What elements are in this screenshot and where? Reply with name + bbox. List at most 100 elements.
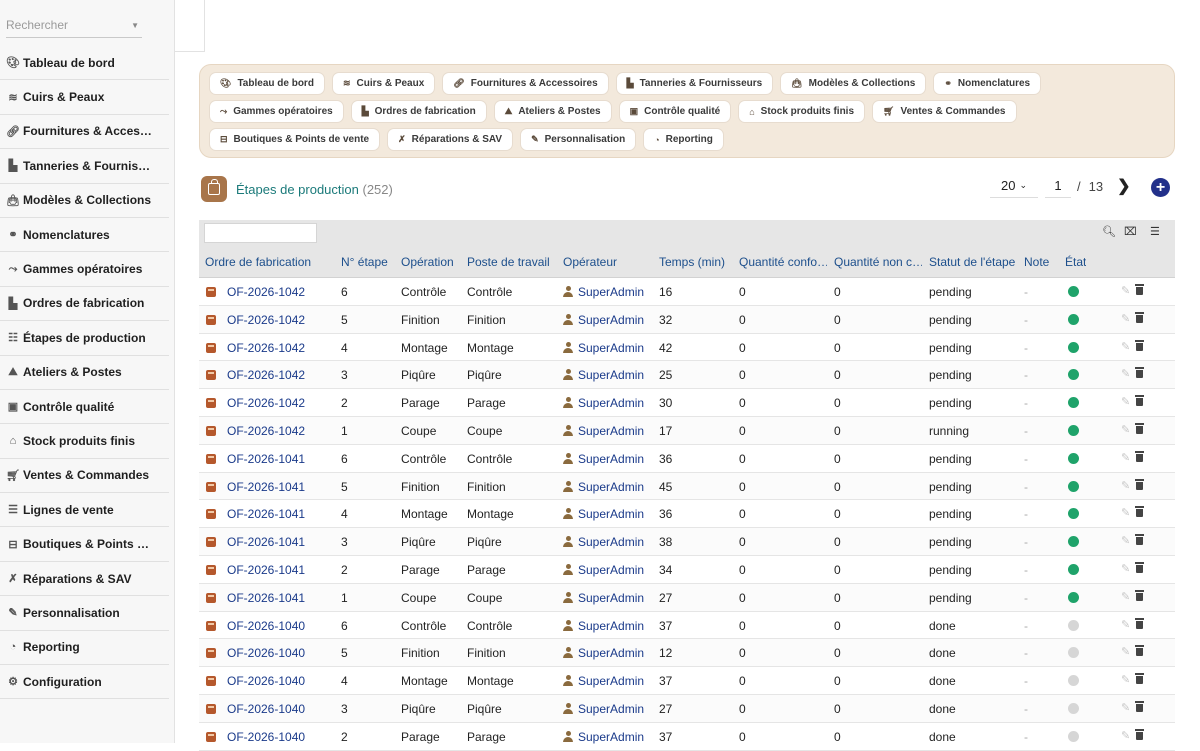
cell-operator[interactable]: SuperAdmin <box>563 341 644 355</box>
search-box[interactable]: ▼ <box>6 14 142 38</box>
sidebar-item[interactable]: 🎨︎ Tableau de bord <box>0 46 169 81</box>
table-row[interactable]: OF-2026-1041 4 Montage Montage SuperAdmin 36 0… <box>199 500 1175 529</box>
column-header[interactable]: Opération <box>401 255 454 269</box>
trash-icon[interactable] <box>1135 589 1144 601</box>
edit-icon[interactable]: ✎ <box>1121 479 1130 492</box>
trash-icon[interactable] <box>1135 673 1144 685</box>
sidebar-item[interactable]: ◔ Reporting <box>0 631 169 666</box>
cell-operator[interactable]: SuperAdmin <box>563 424 644 438</box>
cell-operator[interactable]: SuperAdmin <box>563 646 644 660</box>
sidebar-item[interactable]: ⤳ Gammes opératoires <box>0 252 169 287</box>
edit-icon[interactable]: ✎ <box>1121 618 1130 631</box>
module-button[interactable]: ⌂ Stock produits finis <box>738 100 866 123</box>
cell-of[interactable]: OF-2026-1040 <box>227 702 305 716</box>
column-header[interactable]: Temps (min) <box>659 255 725 269</box>
edit-icon[interactable]: ✎ <box>1121 423 1130 436</box>
module-button[interactable]: ✗ Réparations & SAV <box>387 128 514 151</box>
sidebar-item[interactable]: ▣ Contrôle qualité <box>0 390 169 425</box>
trash-icon[interactable] <box>1135 645 1144 657</box>
cell-of[interactable]: OF-2026-1040 <box>227 619 305 633</box>
edit-icon[interactable]: ✎ <box>1121 284 1130 297</box>
cell-operator[interactable]: SuperAdmin <box>563 674 644 688</box>
trash-icon[interactable] <box>1135 506 1144 518</box>
edit-icon[interactable]: ✎ <box>1121 562 1130 575</box>
next-page-icon[interactable]: ❯ <box>1117 176 1130 196</box>
search-icon[interactable]: 🔍︎ <box>1102 225 1116 238</box>
cell-operator[interactable]: SuperAdmin <box>563 535 644 549</box>
module-button[interactable]: ≋ Cuirs & Peaux <box>331 72 436 95</box>
module-button[interactable]: 🔗︎ Fournitures & Accessoires <box>442 72 609 95</box>
module-button[interactable]: 🛒︎ Ventes & Commandes <box>872 100 1017 123</box>
edit-icon[interactable]: ✎ <box>1121 367 1130 380</box>
column-header[interactable]: Ordre de fabrication <box>205 255 311 269</box>
sidebar-item[interactable]: ⚭ Nomenclatures <box>0 218 169 253</box>
table-row[interactable]: OF-2026-1040 5 Finition Finition SuperAdmin 1… <box>199 639 1175 668</box>
column-header[interactable]: Quantité confo… <box>739 255 827 269</box>
cell-operator[interactable]: SuperAdmin <box>563 396 644 410</box>
module-button[interactable]: ◔ Reporting <box>643 128 724 151</box>
edit-icon[interactable]: ✎ <box>1121 340 1130 353</box>
cell-operator[interactable]: SuperAdmin <box>563 702 644 716</box>
cell-of[interactable]: OF-2026-1041 <box>227 480 305 494</box>
sidebar-item[interactable]: ⛰ Ateliers & Postes <box>0 356 169 390</box>
column-header[interactable]: Note <box>1024 255 1049 269</box>
trash-icon[interactable] <box>1135 339 1144 351</box>
edit-icon[interactable]: ✎ <box>1121 312 1130 325</box>
table-row[interactable]: OF-2026-1042 5 Finition Finition SuperAdmin 3… <box>199 305 1175 334</box>
sidebar-item[interactable]: ☰ Lignes de vente <box>0 493 169 528</box>
cell-of[interactable]: OF-2026-1040 <box>227 646 305 660</box>
page-number-input[interactable]: 1 <box>1045 174 1071 198</box>
module-button[interactable]: 🎨︎ Tableau de bord <box>209 72 325 95</box>
module-button[interactable]: ▙ Ordres de fabrication <box>350 100 487 123</box>
edit-icon[interactable]: ✎ <box>1121 701 1130 714</box>
cell-of[interactable]: OF-2026-1041 <box>227 591 305 605</box>
trash-icon[interactable] <box>1135 478 1144 490</box>
cell-of[interactable]: OF-2026-1042 <box>227 424 305 438</box>
table-row[interactable]: OF-2026-1040 3 Piqûre Piqûre SuperAdmin 27 0 0 d… <box>199 694 1175 723</box>
trash-icon[interactable] <box>1135 561 1144 573</box>
cell-operator[interactable]: SuperAdmin <box>563 313 644 327</box>
table-row[interactable]: OF-2026-1040 4 Montage Montage SuperAdmin 37 0… <box>199 667 1175 695</box>
table-row[interactable]: OF-2026-1042 4 Montage Montage SuperAdmin 42 0… <box>199 334 1175 362</box>
sidebar-item[interactable]: ✎ Personnalisation <box>0 596 169 631</box>
cell-operator[interactable]: SuperAdmin <box>563 452 644 466</box>
cell-operator[interactable]: SuperAdmin <box>563 563 644 577</box>
list-view-icon[interactable]: ☰ <box>1150 225 1160 238</box>
sidebar-item[interactable]: ▙ Tanneries & Fournis… <box>0 149 169 184</box>
cell-operator[interactable]: SuperAdmin <box>563 507 644 521</box>
table-filter-input[interactable] <box>204 223 317 243</box>
edit-icon[interactable]: ✎ <box>1121 534 1130 547</box>
trash-icon[interactable] <box>1135 450 1144 462</box>
trash-icon[interactable] <box>1135 395 1144 407</box>
module-button[interactable]: 👜︎ Modèles & Collections <box>780 72 927 95</box>
trash-icon[interactable] <box>1135 284 1144 295</box>
cell-of[interactable]: OF-2026-1041 <box>227 507 305 521</box>
column-header[interactable]: Opérateur <box>563 255 617 269</box>
cell-of[interactable]: OF-2026-1042 <box>227 341 305 355</box>
table-row[interactable]: OF-2026-1042 1 Coupe Coupe SuperAdmin 17 0 0 run… <box>199 416 1175 445</box>
sidebar-item[interactable]: ⚙ Configuration <box>0 665 169 700</box>
trash-icon[interactable] <box>1135 311 1144 323</box>
sidebar-item[interactable]: ▙ Ordres de fabrication <box>0 287 169 322</box>
cell-of[interactable]: OF-2026-1042 <box>227 396 305 410</box>
module-button[interactable]: ⊟ Boutiques & Points de vente <box>209 128 381 151</box>
edit-icon[interactable]: ✎ <box>1121 395 1130 408</box>
sidebar-item[interactable]: ⌂ Stock produits finis <box>0 424 169 459</box>
column-header[interactable]: Quantité non c… <box>834 255 922 269</box>
module-button[interactable]: ⛰ Ateliers & Postes <box>493 100 612 123</box>
module-button[interactable]: ✎ Personnalisation <box>520 128 637 151</box>
column-header[interactable]: Poste de travail <box>467 255 550 269</box>
edit-icon[interactable]: ✎ <box>1121 673 1130 686</box>
cell-of[interactable]: OF-2026-1040 <box>227 730 305 744</box>
cell-operator[interactable]: SuperAdmin <box>563 730 644 744</box>
table-row[interactable]: OF-2026-1041 6 Contrôle Contrôle SuperAdmin 3… <box>199 445 1175 473</box>
table-row[interactable]: OF-2026-1042 6 Contrôle Contrôle SuperAdmin 1… <box>199 278 1175 306</box>
column-header[interactable]: État <box>1065 255 1086 269</box>
table-row[interactable]: OF-2026-1041 3 Piqûre Piqûre SuperAdmin 38 0 0 p… <box>199 528 1175 556</box>
search-input[interactable] <box>6 14 124 36</box>
edit-icon[interactable]: ✎ <box>1121 645 1130 658</box>
trash-icon[interactable] <box>1135 534 1144 546</box>
cell-operator[interactable]: SuperAdmin <box>563 591 644 605</box>
trash-icon[interactable] <box>1135 422 1144 434</box>
table-row[interactable]: OF-2026-1042 3 Piqûre Piqûre SuperAdmin 25 0 0 p… <box>199 361 1175 390</box>
